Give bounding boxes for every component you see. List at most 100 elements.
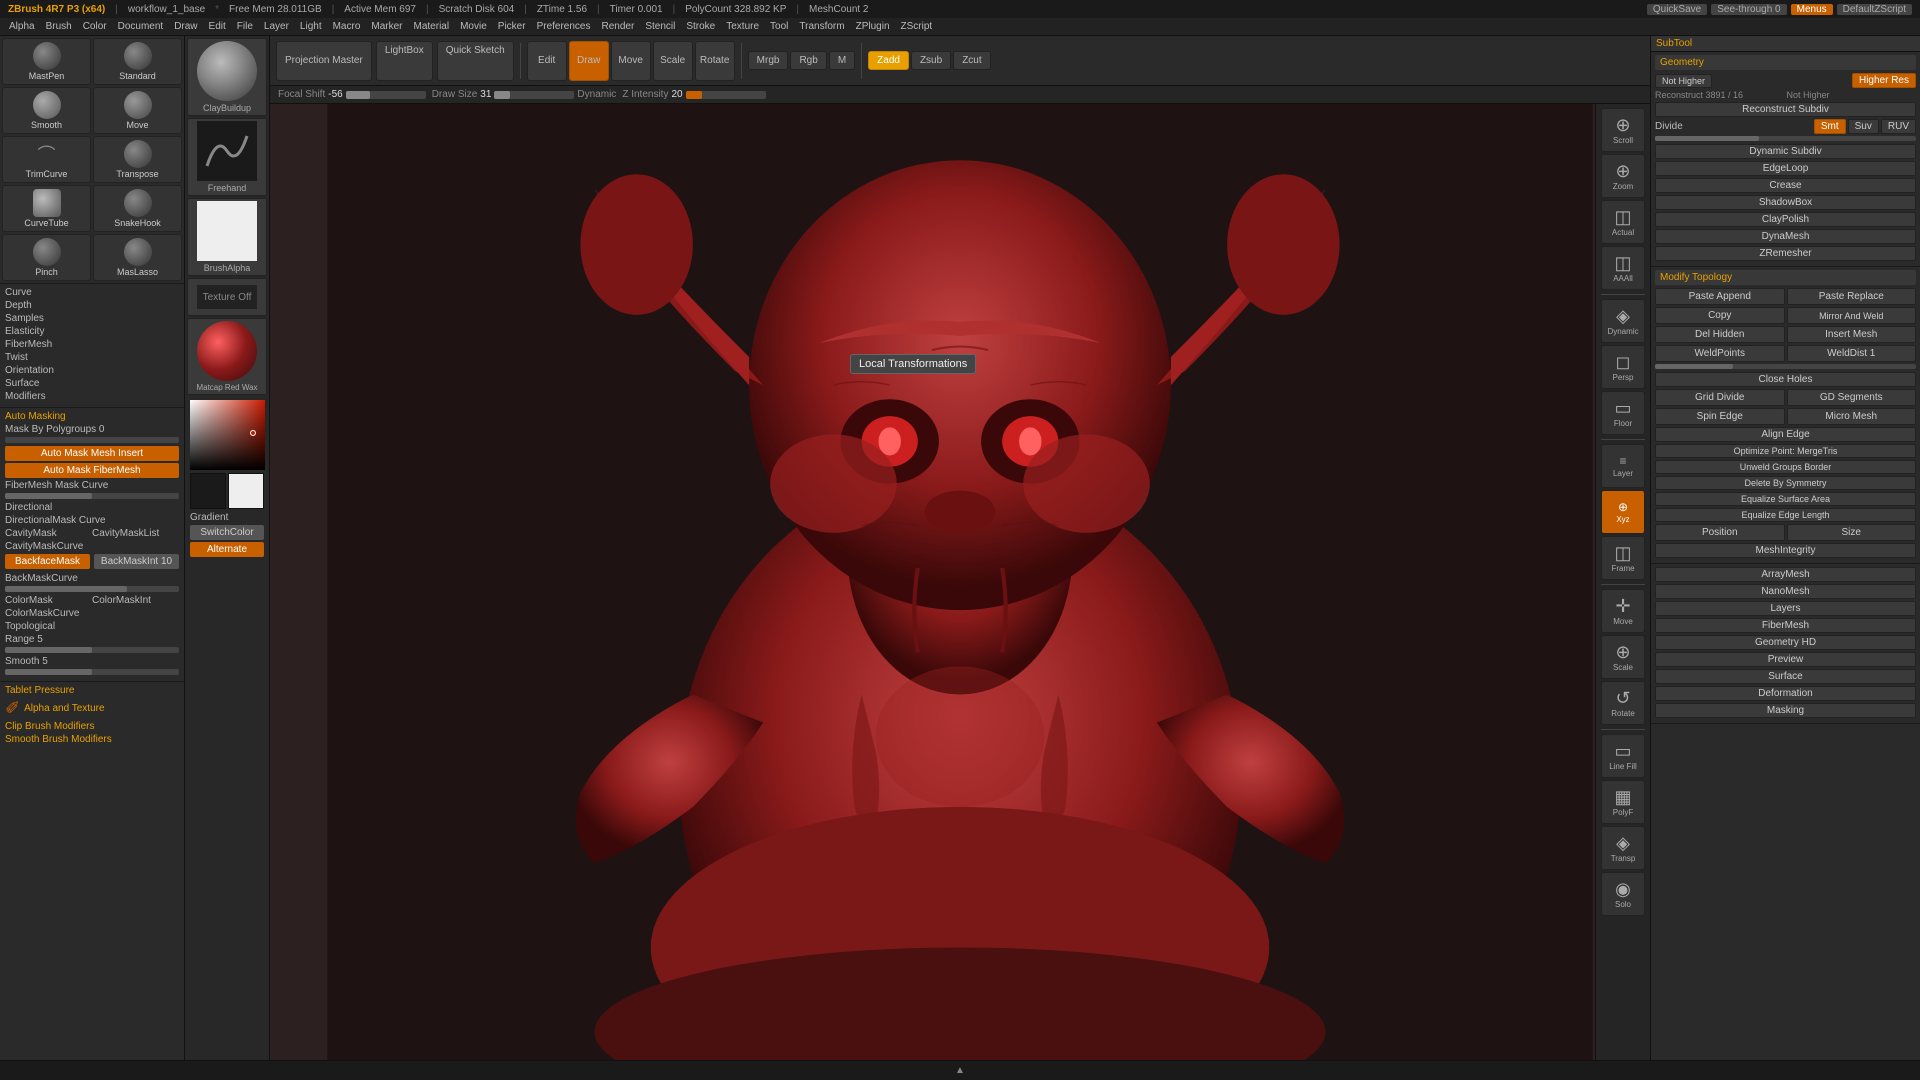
rt-aaall-btn[interactable]: ◫ AAAll bbox=[1601, 246, 1645, 290]
brush-transpose[interactable]: Transpose bbox=[93, 136, 182, 183]
gd-segments-btn[interactable]: GD Segments bbox=[1787, 389, 1917, 406]
quick-sketch-btn[interactable]: Quick Sketch bbox=[437, 41, 514, 81]
alpha-claybuildup[interactable]: ClayBuildup bbox=[187, 38, 267, 116]
suv-btn[interactable]: Suv bbox=[1848, 119, 1879, 134]
rt-layer-btn[interactable]: ≡ Layer bbox=[1601, 444, 1645, 488]
edit-btn[interactable]: Edit bbox=[527, 41, 567, 81]
micro-mesh-btn[interactable]: Micro Mesh bbox=[1787, 408, 1917, 425]
geometry-hd-btn[interactable]: Geometry HD bbox=[1655, 635, 1916, 650]
menu-macro[interactable]: Macro bbox=[328, 20, 366, 33]
masking-btn[interactable]: Masking bbox=[1655, 703, 1916, 718]
weld-dist-btn[interactable]: WeldDist 1 bbox=[1787, 345, 1917, 362]
position-btn[interactable]: Position bbox=[1655, 524, 1785, 541]
rt-persp-btn[interactable]: ◻ Persp bbox=[1601, 345, 1645, 389]
surface-btn[interactable]: Surface bbox=[1655, 669, 1916, 684]
focal-shift-slider[interactable] bbox=[346, 91, 426, 99]
paste-append-btn[interactable]: Paste Append bbox=[1655, 288, 1785, 305]
foreground-color-swatch[interactable] bbox=[190, 473, 226, 509]
lightbox-btn[interactable]: LightBox bbox=[376, 41, 433, 81]
fibermesh-btn[interactable]: FiberMesh bbox=[1655, 618, 1916, 633]
projection-master-btn[interactable]: Projection Master bbox=[276, 41, 372, 81]
grid-divide-btn[interactable]: Grid Divide bbox=[1655, 389, 1785, 406]
menu-render[interactable]: Render bbox=[597, 20, 640, 33]
rt-scale-btn[interactable]: ⊕ Scale bbox=[1601, 635, 1645, 679]
brush-curvetube[interactable]: CurveTube bbox=[2, 185, 91, 232]
backface-mask-btn[interactable]: BackfaceMask bbox=[5, 554, 90, 569]
menus-button[interactable]: Menus bbox=[1791, 4, 1833, 15]
auto-mask-mesh-insert-btn[interactable]: Auto Mask Mesh Insert bbox=[5, 446, 179, 461]
modify-topology-title[interactable]: Modify Topology bbox=[1655, 270, 1916, 285]
switch-color-btn[interactable]: SwitchColor bbox=[190, 525, 264, 540]
menu-alpha[interactable]: Alpha bbox=[4, 20, 40, 33]
shadowbox-btn[interactable]: ShadowBox bbox=[1655, 195, 1916, 210]
brush-standard[interactable]: Standard bbox=[93, 38, 182, 85]
canvas-area[interactable]: Local Transformations bbox=[270, 104, 1650, 1060]
backmaskcurve-slider[interactable] bbox=[5, 586, 179, 592]
menu-tool[interactable]: Tool bbox=[765, 20, 793, 33]
rt-frame-btn[interactable]: ◫ Frame bbox=[1601, 536, 1645, 580]
array-mesh-btn[interactable]: ArrayMesh bbox=[1655, 567, 1916, 582]
equalize-surface-btn[interactable]: Equalize Surface Area bbox=[1655, 492, 1916, 506]
equalize-edge-btn[interactable]: Equalize Edge Length bbox=[1655, 508, 1916, 522]
rt-polyf-btn[interactable]: ▦ PolyF bbox=[1601, 780, 1645, 824]
rt-transp-btn[interactable]: ◈ Transp bbox=[1601, 826, 1645, 870]
unweld-groups-btn[interactable]: Unweld Groups Border bbox=[1655, 460, 1916, 474]
menu-draw[interactable]: Draw bbox=[169, 20, 202, 33]
mesh-integrity-btn[interactable]: MeshIntegrity bbox=[1655, 543, 1916, 558]
brush-pinch[interactable]: Pinch bbox=[2, 234, 91, 281]
brush-move[interactable]: Move bbox=[93, 87, 182, 134]
alpha-texture-off[interactable]: Texture Off bbox=[187, 278, 267, 316]
rt-move-btn[interactable]: ✛ Move bbox=[1601, 589, 1645, 633]
rt-xyz-btn[interactable]: ⊕ Xyz bbox=[1601, 490, 1645, 534]
menu-brush[interactable]: Brush bbox=[41, 20, 77, 33]
menu-preferences[interactable]: Preferences bbox=[532, 20, 596, 33]
delete-symmetry-btn[interactable]: Delete By Symmetry bbox=[1655, 476, 1916, 490]
preview-btn[interactable]: Preview bbox=[1655, 652, 1916, 667]
menu-material[interactable]: Material bbox=[409, 20, 455, 33]
smt-btn[interactable]: Smt bbox=[1814, 119, 1846, 134]
rt-dynamic-btn[interactable]: ◈ Dynamic bbox=[1601, 299, 1645, 343]
menu-color[interactable]: Color bbox=[78, 20, 112, 33]
menu-layer[interactable]: Layer bbox=[259, 20, 294, 33]
align-edge-btn[interactable]: Align Edge bbox=[1655, 427, 1916, 442]
layers-btn[interactable]: Layers bbox=[1655, 601, 1916, 616]
menu-transform[interactable]: Transform bbox=[794, 20, 849, 33]
move-btn[interactable]: Move bbox=[611, 41, 651, 81]
divide-slider[interactable] bbox=[1655, 136, 1916, 141]
menu-zplugin[interactable]: ZPlugin bbox=[851, 20, 895, 33]
size-btn[interactable]: Size bbox=[1787, 524, 1917, 541]
geometry-title[interactable]: Geometry bbox=[1655, 55, 1916, 70]
rt-rotate-btn[interactable]: ↺ Rotate bbox=[1601, 681, 1645, 725]
mask-by-polygroups-slider[interactable] bbox=[5, 437, 179, 443]
mirror-weld-btn[interactable]: Mirror And Weld bbox=[1787, 307, 1917, 324]
brush-maslasso[interactable]: MasLasso bbox=[93, 234, 182, 281]
rt-scroll-btn[interactable]: ⊕ Scroll bbox=[1601, 108, 1645, 152]
ruv-btn[interactable]: RUV bbox=[1881, 119, 1916, 134]
nano-mesh-btn[interactable]: NanoMesh bbox=[1655, 584, 1916, 599]
del-hidden-btn[interactable]: Del Hidden bbox=[1655, 326, 1785, 343]
range-slider[interactable] bbox=[5, 647, 179, 653]
edgeloop-btn[interactable]: EdgeLoop bbox=[1655, 161, 1916, 176]
background-color-swatch[interactable] bbox=[228, 473, 264, 509]
alpha-freehand[interactable]: Freehand bbox=[187, 118, 267, 196]
brush-trimcurve[interactable]: ⌒ TrimCurve bbox=[2, 136, 91, 183]
dynamic-subdiv-btn[interactable]: Dynamic Subdiv bbox=[1655, 144, 1916, 159]
auto-mask-fibermesh-btn[interactable]: Auto Mask FiberMesh bbox=[5, 463, 179, 478]
rt-actual-btn[interactable]: ◫ Actual bbox=[1601, 200, 1645, 244]
zsub-btn[interactable]: Zsub bbox=[911, 51, 951, 70]
mrgb-btn[interactable]: Mrgb bbox=[748, 51, 789, 70]
rgb-btn[interactable]: Rgb bbox=[790, 51, 826, 70]
alpha-matcap-red[interactable]: Matcap Red Wax bbox=[187, 318, 267, 395]
weld-points-btn[interactable]: WeldPoints bbox=[1655, 345, 1785, 362]
rt-floor-btn[interactable]: ▭ Floor bbox=[1601, 391, 1645, 435]
optimize-point-btn[interactable]: Optimize Point: MergeTris bbox=[1655, 444, 1916, 458]
smooth-slider[interactable] bbox=[5, 669, 179, 675]
weld-slider[interactable] bbox=[1655, 364, 1916, 369]
z-intensity-slider[interactable] bbox=[686, 91, 766, 99]
menu-edit[interactable]: Edit bbox=[204, 20, 231, 33]
spin-edge-btn[interactable]: Spin Edge bbox=[1655, 408, 1785, 425]
fibermesh-mask-curve-slider[interactable] bbox=[5, 493, 179, 499]
menu-movie[interactable]: Movie bbox=[455, 20, 492, 33]
close-holes-btn[interactable]: Close Holes bbox=[1655, 372, 1916, 387]
alpha-brushalpha[interactable]: BrushAlpha bbox=[187, 198, 267, 276]
